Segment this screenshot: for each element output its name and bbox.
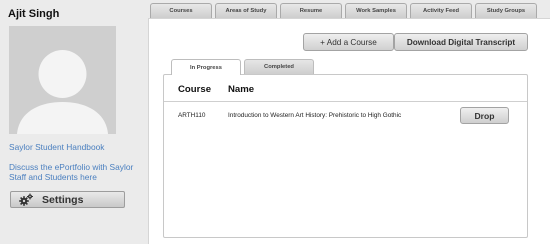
header-divider bbox=[164, 101, 527, 102]
user-name: Ajit Singh bbox=[8, 8, 60, 20]
download-transcript-button[interactable]: Download Digital Transcript bbox=[394, 33, 528, 51]
tab-in-progress[interactable]: In Progress bbox=[171, 59, 241, 75]
drop-course-button[interactable]: Drop bbox=[460, 107, 509, 124]
tab-completed[interactable]: Completed bbox=[244, 59, 314, 74]
course-name: Introduction to Western Art History: Pre… bbox=[228, 112, 402, 119]
gears-icon bbox=[19, 193, 33, 206]
course-table: Course Name ARTH110 Introduction to West… bbox=[163, 74, 528, 238]
add-course-button[interactable]: + Add a Course bbox=[303, 33, 394, 51]
settings-label: Settings bbox=[42, 193, 84, 206]
main-tabs: Courses Areas of Study Resume Work Sampl… bbox=[150, 3, 540, 18]
default-avatar-icon bbox=[9, 26, 116, 134]
tab-study-groups[interactable]: Study Groups bbox=[475, 3, 537, 18]
tab-activity-feed[interactable]: Activity Feed bbox=[410, 3, 472, 18]
tab-work-samples[interactable]: Work Samples bbox=[345, 3, 407, 18]
column-header-course: Course bbox=[178, 84, 212, 95]
course-status-tabs: In Progress Completed bbox=[171, 59, 317, 75]
settings-button[interactable]: Settings bbox=[10, 191, 125, 208]
avatar bbox=[9, 26, 116, 134]
tab-resume[interactable]: Resume bbox=[280, 3, 342, 18]
column-header-name: Name bbox=[228, 84, 255, 95]
courses-panel: + Add a Course Download Digital Transcri… bbox=[148, 18, 550, 244]
sidebar: Ajit Singh Saylor Student Handbook Discu… bbox=[0, 0, 145, 244]
course-code: ARTH110 bbox=[178, 112, 206, 119]
student-handbook-link[interactable]: Saylor Student Handbook bbox=[9, 142, 104, 152]
tab-areas-of-study[interactable]: Areas of Study bbox=[215, 3, 277, 18]
tab-courses[interactable]: Courses bbox=[150, 3, 212, 18]
discuss-eportfolio-link[interactable]: Discuss the ePortfolio with Saylor Staff… bbox=[9, 162, 145, 182]
